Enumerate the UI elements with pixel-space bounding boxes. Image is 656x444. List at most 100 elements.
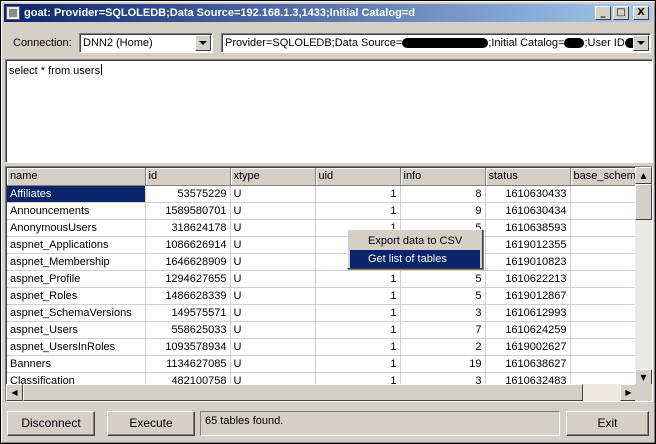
table-row[interactable]: aspnet_Roles1486628339U1516190128672: [7, 287, 637, 305]
table-cell: 2: [570, 304, 637, 322]
table-cell: U: [230, 202, 316, 220]
disconnect-button[interactable]: Disconnect: [7, 411, 95, 436]
table-cell: 1619012355: [485, 236, 571, 254]
table-row[interactable]: Banners1134627085U11916106386272: [7, 355, 637, 373]
table-cell: U: [230, 338, 316, 356]
table-cell: 2: [570, 219, 637, 237]
table-cell: 1134627085: [145, 355, 231, 373]
status-bar: 65 tables found.: [200, 411, 560, 436]
table-cell: 2: [570, 202, 637, 220]
table-cell: 19: [400, 355, 486, 373]
column-header[interactable]: uid: [315, 168, 401, 186]
table-cell: 1: [315, 355, 401, 373]
table-cell: 2: [570, 270, 637, 288]
table-row[interactable]: aspnet_UsersInRoles 1093578934 U 1 2 16190026…: [7, 338, 637, 356]
table-cell: Affiliates: [7, 185, 146, 203]
table-cell: U: [230, 321, 316, 339]
column-header[interactable]: info: [400, 168, 486, 186]
connection-string-value: Provider=SQLOLEDB;Data Source= ;Initial C…: [225, 37, 643, 49]
table-cell: 2: [570, 287, 637, 305]
table-cell: 8: [400, 185, 486, 203]
menu-item-get-tables[interactable]: Get list of tables: [350, 250, 480, 268]
close-button[interactable]: X: [633, 6, 649, 20]
table-cell: 7: [400, 321, 486, 339]
column-header[interactable]: xtype: [230, 168, 316, 186]
table-cell: 53575229: [145, 185, 231, 203]
title-bar[interactable]: goat: Provider=SQLOLEDB;Data Source=192.…: [4, 4, 652, 22]
table-row[interactable]: aspnet_Membership1646628909U119161901082…: [7, 253, 637, 271]
maximize-button[interactable]: □: [613, 6, 629, 20]
connection-string-catalog: ;Initial Catalog=: [488, 37, 565, 49]
table-cell: 2: [570, 338, 637, 356]
table-row[interactable]: aspnet_Profile1294627655U1516106222132: [7, 270, 637, 288]
table-cell: 1: [315, 321, 401, 339]
column-header[interactable]: status: [485, 168, 571, 186]
table-cell: aspnet_Membership: [7, 253, 146, 271]
table-cell: 5: [400, 287, 486, 305]
table-row[interactable]: Affiliates53575229U1816106304332: [7, 185, 637, 203]
column-header[interactable]: base_schem: [570, 168, 637, 186]
table-cell: 1093578934: [145, 338, 231, 356]
horizontal-scrollbar[interactable]: ◀ ▶: [6, 384, 637, 401]
query-text: select * from users: [9, 65, 101, 77]
table-cell: 1: [315, 287, 401, 305]
table-cell: 2: [570, 253, 637, 271]
exit-button[interactable]: Exit: [566, 411, 649, 436]
horizontal-scroll-thumb[interactable]: [23, 384, 583, 401]
table-cell: 1: [315, 202, 401, 220]
table-cell: 2: [570, 185, 637, 203]
table-cell: 1646628909: [145, 253, 231, 271]
column-header[interactable]: name: [7, 168, 146, 186]
table-cell: 3: [570, 321, 637, 339]
table-cell: Announcements: [7, 202, 146, 220]
results-grid[interactable]: name id xtype uid info status base_schem…: [5, 166, 653, 402]
chevron-down-icon[interactable]: [633, 35, 649, 51]
table-row[interactable]: aspnet_Applications1086626914U1416190123…: [7, 236, 637, 254]
table-cell: U: [230, 219, 316, 237]
connection-select[interactable]: DNN2 (Home): [79, 33, 213, 53]
context-menu: Export data to CSV Get list of tables: [347, 229, 483, 269]
table-cell: U: [230, 304, 316, 322]
table-cell: aspnet_Roles: [7, 287, 146, 305]
query-editor[interactable]: select * from users: [5, 59, 653, 163]
window-title: goat: Provider=SQLOLEDB;Data Source=192.…: [24, 7, 415, 19]
table-row[interactable]: Announcements1589580701U1916106304342: [7, 202, 637, 220]
minimize-button[interactable]: _: [595, 6, 611, 20]
execute-button[interactable]: Execute: [107, 411, 195, 436]
header-row: name id xtype uid info status base_schem: [7, 168, 637, 186]
table-row[interactable]: aspnet_Users558625033U1716106242593: [7, 321, 637, 339]
table-cell: 1: [315, 185, 401, 203]
table-cell: U: [230, 236, 316, 254]
scroll-left-arrow-icon[interactable]: ◀: [6, 384, 23, 401]
table-cell: 1619012867: [485, 287, 571, 305]
table-cell: 1086626914: [145, 236, 231, 254]
redaction-mark: [564, 38, 585, 49]
table-cell: U: [230, 287, 316, 305]
table-cell: 2: [400, 338, 486, 356]
vertical-scroll-thumb[interactable]: [635, 184, 652, 220]
table-cell: U: [230, 355, 316, 373]
grid-body: Affiliates53575229U1816106304332Announce…: [7, 185, 637, 386]
connection-string-select[interactable]: Provider=SQLOLEDB;Data Source= ;Initial C…: [221, 33, 651, 53]
app-icon: [6, 6, 20, 20]
vertical-scrollbar[interactable]: ▲ ▼: [635, 167, 652, 386]
table-cell: 3: [400, 304, 486, 322]
table-cell: AnonymousUsers: [7, 219, 146, 237]
table-cell: U: [230, 185, 316, 203]
main-window: goat: Provider=SQLOLEDB;Data Source=192.…: [0, 0, 656, 444]
table-cell: 3: [570, 236, 637, 254]
connection-selected-value: DNN2 (Home): [83, 37, 153, 49]
table-row[interactable]: AnonymousUsers318624178U1516106385932: [7, 219, 637, 237]
table-cell: 1610622213: [485, 270, 571, 288]
menu-item-export-csv[interactable]: Export data to CSV: [350, 232, 480, 250]
column-header[interactable]: id: [145, 168, 231, 186]
table-cell: 1: [315, 270, 401, 288]
chevron-down-icon[interactable]: [195, 35, 211, 51]
table-row[interactable]: aspnet_SchemaVersions 149575571 U 1 3 1610612…: [7, 304, 637, 322]
table-cell: 1610624259: [485, 321, 571, 339]
table-cell: 1610638627: [485, 355, 571, 373]
table-cell: aspnet_Users: [7, 321, 146, 339]
scroll-up-arrow-icon[interactable]: ▲: [635, 167, 652, 184]
table-cell: aspnet_Applications: [7, 236, 146, 254]
table-cell: aspnet_Profile: [7, 270, 146, 288]
